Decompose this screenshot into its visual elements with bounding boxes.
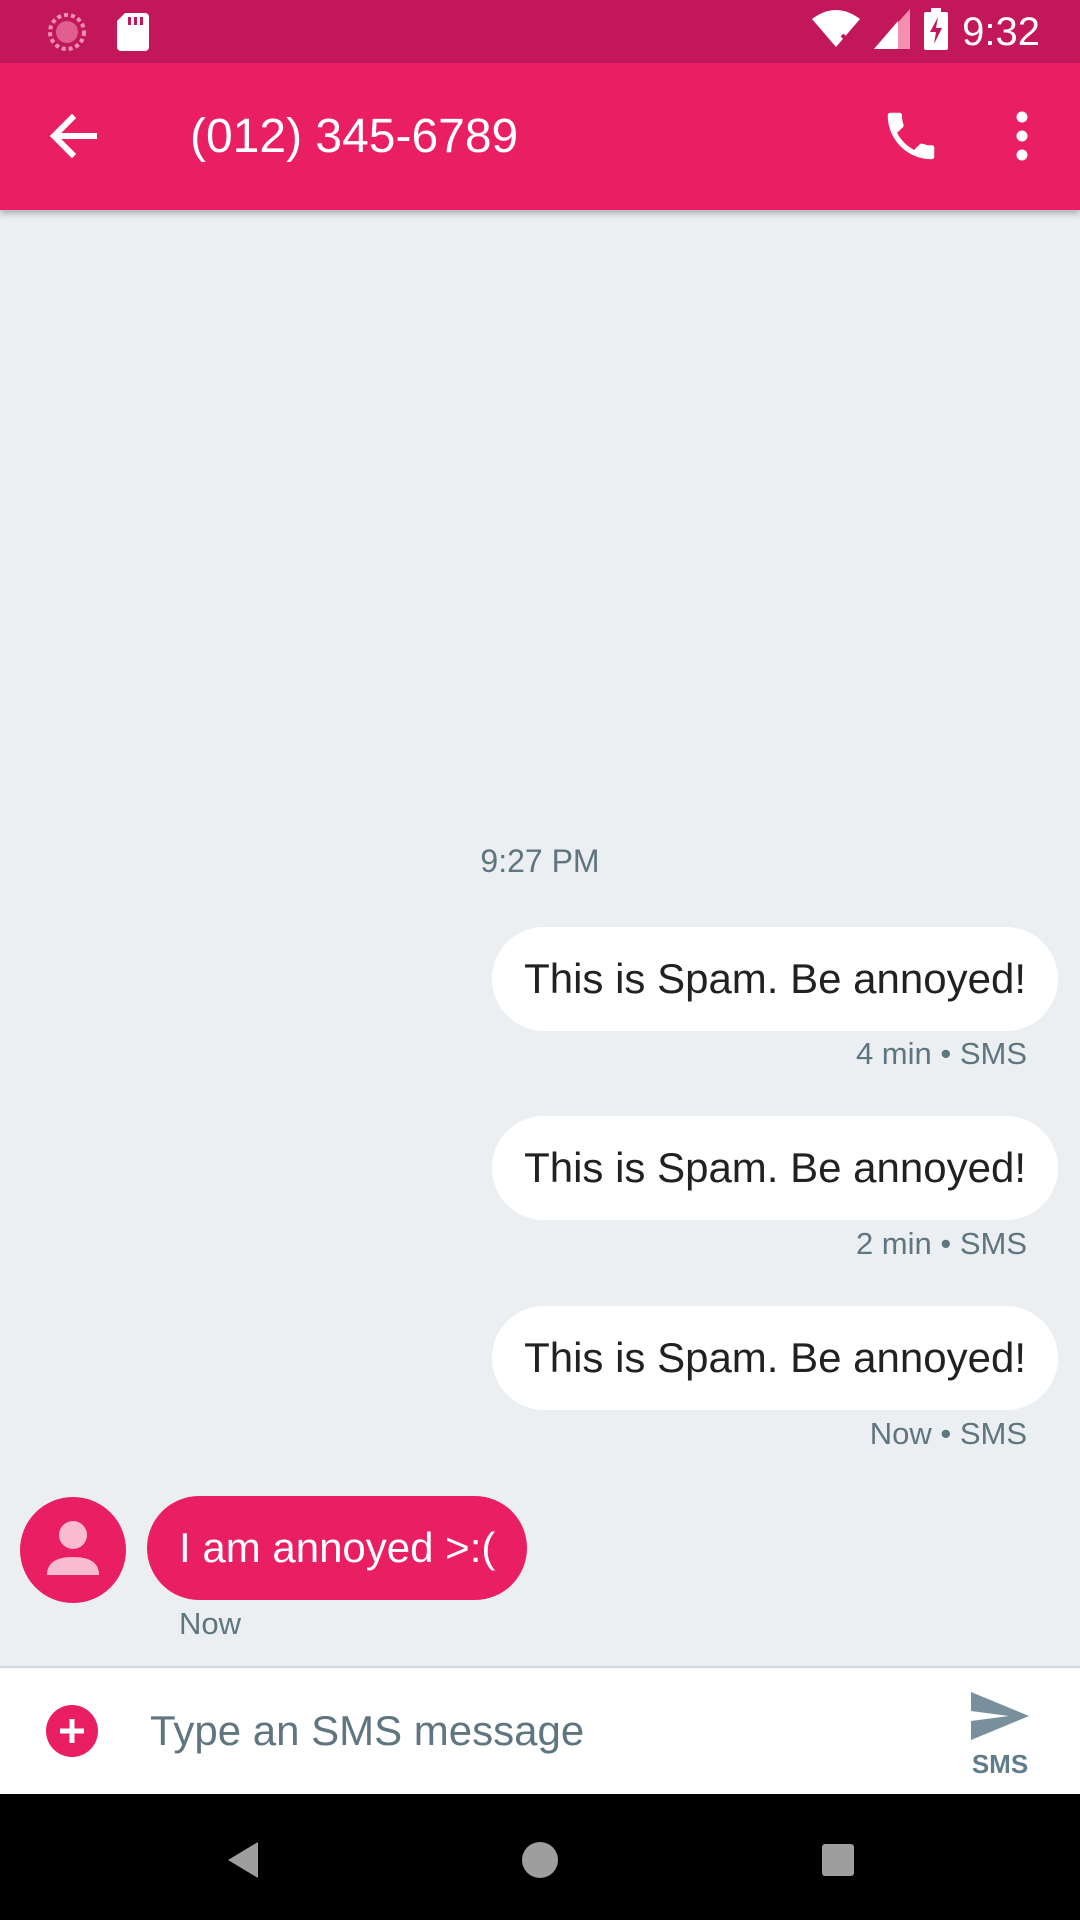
- compose-bar: SMS: [0, 1666, 1080, 1794]
- message-meta: Now • SMS: [869, 1416, 1027, 1451]
- message-meta: Now: [179, 1606, 242, 1641]
- message-meta: 4 min • SMS: [855, 1036, 1027, 1071]
- status-bar: 9:32: [0, 0, 1080, 63]
- message-meta: 2 min • SMS: [855, 1226, 1027, 1261]
- wifi-icon: [812, 9, 861, 54]
- thread-timestamp: 9:27 PM: [480, 843, 600, 879]
- message-input[interactable]: [148, 1694, 932, 1768]
- incoming-message-bubble[interactable]: I am annoyed >:(: [147, 1496, 528, 1600]
- outgoing-message-bubble[interactable]: This is Spam. Be annoyed!: [492, 1116, 1058, 1220]
- person-icon: [47, 1521, 99, 1575]
- loading-icon: [47, 12, 87, 57]
- nav-back-icon[interactable]: [212, 1830, 272, 1890]
- back-arrow-icon[interactable]: [46, 108, 102, 164]
- contact-title: (012) 345-6789: [190, 110, 519, 163]
- send-button[interactable]: SMS: [960, 1690, 1040, 1790]
- signal-icon: [874, 9, 911, 54]
- nav-recents-icon[interactable]: [808, 1830, 868, 1890]
- add-attachment-icon[interactable]: [46, 1705, 98, 1757]
- status-time: 9:32: [962, 9, 1040, 54]
- outgoing-message-bubble[interactable]: This is Spam. Be annoyed!: [492, 927, 1058, 1031]
- app-toolbar: (012) 345-6789: [0, 63, 1080, 210]
- sd-card-icon: [117, 13, 149, 56]
- send-icon: [971, 1692, 1029, 1740]
- more-vert-icon[interactable]: [1002, 105, 1042, 167]
- phone-icon[interactable]: [880, 105, 942, 167]
- contact-avatar[interactable]: [20, 1497, 126, 1603]
- battery-charging-icon: [924, 8, 949, 55]
- outgoing-message-bubble[interactable]: This is Spam. Be annoyed!: [492, 1306, 1058, 1410]
- nav-home-icon[interactable]: [510, 1830, 570, 1890]
- message-thread[interactable]: 9:27 PM This is Spam. Be annoyed! 4 min …: [0, 210, 1080, 1666]
- send-label: SMS: [971, 1749, 1029, 1779]
- system-nav-bar: [0, 1794, 1080, 1920]
